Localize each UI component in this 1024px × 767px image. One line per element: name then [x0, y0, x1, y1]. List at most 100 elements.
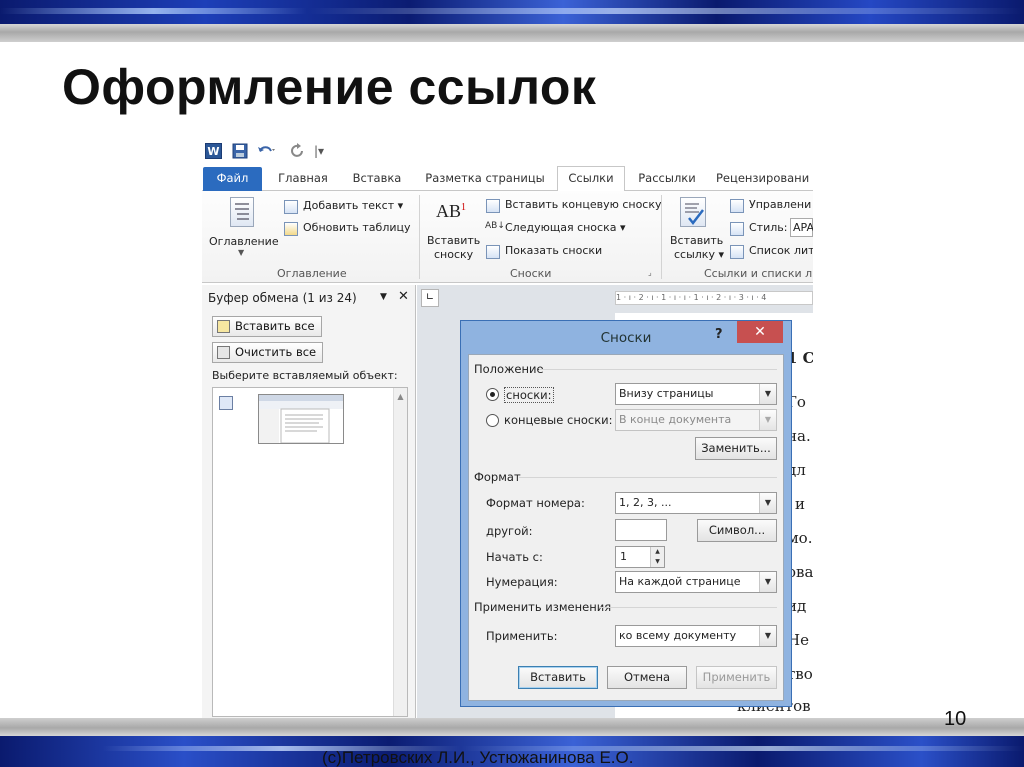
- apply-to-select[interactable]: ко всему документу ▼: [615, 625, 777, 647]
- start-at-spinner[interactable]: 1 ▲ ▼: [615, 546, 665, 568]
- clear-all-icon: [217, 346, 230, 359]
- doc-text-line: и: [795, 495, 805, 513]
- clipboard-list-scrollbar[interactable]: ▲: [393, 388, 407, 716]
- numbering-select[interactable]: На каждой странице ▼: [615, 571, 777, 593]
- ribbon-references: Оглавление ▼ Добавить текст ▾ Обновить т…: [202, 191, 813, 283]
- section-format: Формат: [474, 470, 521, 484]
- insert-citation-label-2[interactable]: ссылку ▾: [674, 248, 724, 261]
- save-icon[interactable]: [232, 143, 248, 159]
- footnotes-location-select[interactable]: Внизу страницы ▼: [615, 383, 777, 405]
- tab-home[interactable]: Главная: [270, 167, 336, 191]
- tab-references[interactable]: Ссылки: [557, 166, 625, 192]
- insert-footnote-label-1[interactable]: Вставить: [427, 234, 480, 247]
- show-notes-button[interactable]: Показать сноски: [505, 244, 602, 257]
- number-format-label: Формат номера:: [486, 496, 585, 510]
- chevron-down-icon: ▼: [759, 410, 776, 430]
- clear-all-button[interactable]: Очистить все: [212, 342, 324, 363]
- qat-customize-icon[interactable]: |▾: [314, 143, 324, 159]
- tab-review[interactable]: Рецензировани: [716, 167, 813, 191]
- clipboard-item-thumbnail[interactable]: [258, 394, 344, 444]
- pane-options-icon[interactable]: ▼: [380, 292, 387, 302]
- manage-sources-icon: [730, 199, 744, 213]
- section-divider: [539, 369, 777, 370]
- insert-citation-label-1[interactable]: Вставить: [670, 234, 723, 247]
- custom-mark-input[interactable]: [615, 519, 667, 541]
- close-icon[interactable]: ✕: [737, 321, 783, 343]
- endnotes-radio[interactable]: [486, 414, 499, 427]
- spinner-arrows-icon[interactable]: ▲ ▼: [650, 547, 664, 567]
- add-text-button[interactable]: Добавить текст ▾: [303, 199, 403, 212]
- help-icon[interactable]: ?: [715, 327, 723, 342]
- next-footnote-icon: AB↓: [485, 221, 505, 231]
- tab-page-layout[interactable]: Разметка страницы: [418, 167, 552, 191]
- symbol-button[interactable]: Символ...: [697, 519, 777, 542]
- style-label: Стиль:: [749, 221, 788, 234]
- word-window: W |▾ Файл Главная Вставка Разметка стран…: [202, 138, 813, 718]
- convert-button[interactable]: Заменить...: [695, 437, 777, 460]
- apply-button[interactable]: Применить: [696, 666, 777, 689]
- word-app-icon: W: [205, 143, 222, 159]
- toc-button[interactable]: Оглавление: [209, 235, 279, 248]
- section-apply: Применить изменения: [474, 600, 612, 614]
- manage-sources-button[interactable]: Управлени: [749, 198, 811, 211]
- paste-all-button[interactable]: Вставить все: [212, 316, 322, 337]
- redo-icon[interactable]: [290, 143, 306, 159]
- chevron-down-icon: ▼: [759, 572, 776, 592]
- insert-endnote-icon: [486, 199, 500, 213]
- tab-file[interactable]: Файл: [203, 167, 262, 191]
- toc-dropdown-icon[interactable]: ▼: [238, 248, 244, 257]
- insert-citation-icon: [680, 197, 706, 227]
- chevron-down-icon: ▼: [759, 493, 776, 513]
- bibliography-icon: [730, 245, 744, 259]
- bibliography-button[interactable]: Список лит: [749, 244, 813, 257]
- horizontal-ruler[interactable]: 1 · ı · 2 · ı · 1 · ı · ı · 1 · ı · 2 · …: [615, 291, 813, 305]
- cancel-button[interactable]: Отмена: [607, 666, 687, 689]
- clipboard-item-icon: [219, 396, 233, 410]
- slide-title: Оформление ссылок: [62, 59, 597, 115]
- endnotes-location-select[interactable]: В конце документа ▼: [615, 409, 777, 431]
- group-label-footnotes: Сноски: [510, 267, 552, 280]
- clipboard-items-list: ▲: [212, 387, 408, 717]
- footnotes-radio-label[interactable]: сноски:: [504, 387, 554, 403]
- slide-footer-credit: (c)Петровских Л.И., Устюжанинова Е.О.: [322, 748, 634, 767]
- insert-endnote-button[interactable]: Вставить концевую сноску: [505, 198, 662, 211]
- pane-close-icon[interactable]: ✕: [398, 289, 409, 304]
- tab-insert[interactable]: Вставка: [344, 167, 410, 191]
- style-icon: [730, 222, 744, 236]
- start-at-label: Начать с:: [486, 550, 543, 564]
- tab-mailings[interactable]: Рассылки: [632, 167, 702, 191]
- chevron-down-icon: ▼: [759, 384, 776, 404]
- update-table-button[interactable]: Обновить таблицу: [303, 221, 411, 234]
- footnotes-dialog-launcher-icon[interactable]: ⌟: [648, 268, 652, 277]
- number-format-select[interactable]: 1, 2, 3, ... ▼: [615, 492, 777, 514]
- section-divider: [519, 477, 777, 478]
- slide-page-number: 10: [944, 708, 967, 730]
- tab-selector-icon[interactable]: ∟: [421, 289, 439, 307]
- chevron-down-icon: ▼: [759, 626, 776, 646]
- add-text-icon: [284, 200, 298, 214]
- table-of-contents-icon: [230, 197, 254, 227]
- style-select[interactable]: APA: [790, 218, 813, 237]
- numbering-label: Нумерация:: [486, 575, 558, 589]
- top-gray-band: [0, 24, 1024, 42]
- scroll-up-icon[interactable]: ▲: [394, 392, 407, 401]
- footnotes-radio[interactable]: [486, 388, 499, 401]
- dialog-body: Положение сноски: Внизу страницы ▼ концев…: [468, 354, 784, 701]
- endnotes-radio-label[interactable]: концевые сноски:: [504, 413, 613, 427]
- next-footnote-button[interactable]: Следующая сноска ▾: [505, 221, 626, 234]
- show-notes-icon: [486, 245, 500, 259]
- undo-icon[interactable]: [256, 143, 276, 159]
- group-separator: [419, 195, 420, 279]
- group-label-citations: Ссылки и списки ли: [704, 267, 813, 280]
- quick-access-toolbar: W |▾: [202, 138, 813, 164]
- update-table-icon: [284, 222, 298, 236]
- insert-footnote-label-2[interactable]: сноску: [434, 248, 473, 261]
- bottom-gray-band: [0, 718, 1024, 736]
- group-label-toc: Оглавление: [277, 267, 347, 280]
- clipboard-pane: Буфер обмена (1 из 24) ▼ ✕ Вставить все …: [202, 285, 416, 718]
- group-separator: [661, 195, 662, 279]
- top-decor-band: [0, 0, 1024, 24]
- choose-item-label: Выберите вставляемый объект:: [212, 369, 398, 382]
- apply-to-label: Применить:: [486, 629, 558, 643]
- insert-button[interactable]: Вставить: [518, 666, 598, 689]
